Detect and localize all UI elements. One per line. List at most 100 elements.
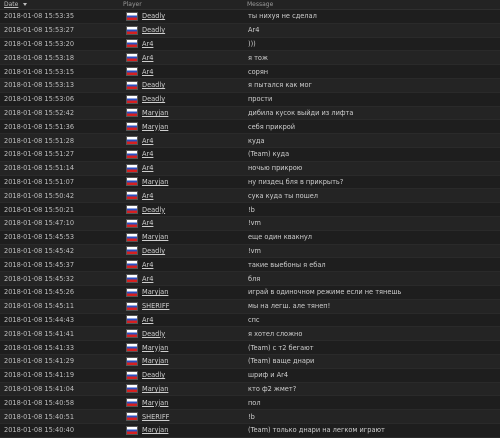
table-row: 2018-01-08 15:47:10 Ar4 !vm <box>0 216 500 231</box>
date-header-label[interactable]: Date <box>4 1 18 8</box>
table-row: 2018-01-08 15:53:13 Deadly я пытался как… <box>0 78 500 93</box>
player-link[interactable]: Ar4 <box>142 150 153 158</box>
russia-flag-icon <box>126 384 138 394</box>
table-row: 2018-01-08 15:51:07 Maryjan ну пиздец бл… <box>0 175 500 190</box>
player-link[interactable]: Deadly <box>142 371 165 379</box>
player-link[interactable]: Ar4 <box>142 164 153 172</box>
player-link[interactable]: Ar4 <box>142 54 153 62</box>
russia-flag-icon <box>126 108 138 118</box>
table-row: 2018-01-08 15:50:21 Deadly !b <box>0 203 500 217</box>
row-message: шриф и Ar4 <box>248 371 289 380</box>
row-player: SHERIFF <box>121 412 245 421</box>
row-message: кто ф2 жмет? <box>248 384 297 393</box>
player-column-header: Player <box>123 1 142 8</box>
row-player: Deadly <box>121 329 245 339</box>
player-link[interactable]: Maryjan <box>142 385 168 393</box>
player-link[interactable]: Deadly <box>142 12 165 20</box>
row-message: такие выебоны я ебал <box>248 260 326 269</box>
player-link[interactable]: Ar4 <box>142 137 153 145</box>
row-date: 2018-01-08 15:51:36 <box>4 122 75 131</box>
player-link[interactable]: Deadly <box>142 247 165 255</box>
row-message: дибила кусок выйди из лифта <box>248 108 354 117</box>
russia-flag-icon <box>126 343 138 353</box>
chat-log-table: Date Player Message 2018-01-08 15:53:35 … <box>0 0 500 438</box>
row-player: Ar4 <box>121 67 245 77</box>
row-message: я пытался как мог <box>248 81 312 90</box>
player-link[interactable]: Ar4 <box>142 275 153 283</box>
row-player: Deadly <box>121 94 245 104</box>
player-link[interactable]: Deadly <box>142 26 165 34</box>
row-date: 2018-01-08 15:41:33 <box>4 343 75 352</box>
row-player: Maryjan <box>121 356 245 366</box>
russia-flag-icon <box>126 205 138 215</box>
table-row: 2018-01-08 15:45:11 SHERIFF мы на легш. … <box>0 299 500 314</box>
row-date: 2018-01-08 15:51:28 <box>4 136 75 145</box>
player-link[interactable]: Maryjan <box>142 178 168 186</box>
table-row: 2018-01-08 15:45:53 Maryjan еще один ква… <box>0 230 500 245</box>
player-link[interactable]: Maryjan <box>142 123 168 131</box>
table-row: 2018-01-08 15:51:27 Ar4 (Team) куда <box>0 147 500 162</box>
row-message: играй в одиночном режиме если не тянешь <box>248 288 402 297</box>
row-date: 2018-01-08 15:45:37 <box>4 260 75 269</box>
row-date: 2018-01-08 15:53:13 <box>4 81 75 90</box>
russia-flag-icon <box>126 122 138 132</box>
russia-flag-icon <box>126 301 138 311</box>
player-link[interactable]: Ar4 <box>142 40 153 48</box>
player-link[interactable]: Ar4 <box>142 68 153 76</box>
player-link[interactable]: Deadly <box>142 81 165 89</box>
row-message: !b <box>248 205 255 214</box>
player-link[interactable]: Ar4 <box>142 192 153 200</box>
player-link[interactable]: Ar4 <box>142 261 153 269</box>
player-link[interactable]: Maryjan <box>142 288 168 296</box>
player-link[interactable]: Deadly <box>142 95 165 103</box>
row-message: себя прикрой <box>248 122 296 131</box>
player-link[interactable]: Maryjan <box>142 426 168 434</box>
row-message: я тож <box>248 53 268 62</box>
player-link[interactable]: Deadly <box>142 206 165 214</box>
row-date: 2018-01-08 15:53:27 <box>4 26 75 35</box>
table-row: 2018-01-08 15:53:06 Deadly прости <box>0 92 500 107</box>
player-link[interactable]: Maryjan <box>142 109 168 117</box>
row-message: (Team) только днари на легком играют <box>248 426 385 435</box>
table-row: 2018-01-08 15:51:36 Maryjan себя прикрой <box>0 120 500 135</box>
row-message: прости <box>248 95 273 104</box>
table-header: Date Player Message <box>0 0 500 10</box>
row-message: !b <box>248 412 255 421</box>
player-link[interactable]: Maryjan <box>142 344 168 352</box>
table-row: 2018-01-08 15:50:42 Ar4 сука куда ты пош… <box>0 189 500 204</box>
player-link[interactable]: Deadly <box>142 330 165 338</box>
table-row: 2018-01-08 15:53:35 Deadly ты нихуя не с… <box>0 10 500 24</box>
table-row: 2018-01-08 15:53:27 Deadly Ar4 <box>0 23 500 38</box>
row-date: 2018-01-08 15:45:32 <box>4 274 75 283</box>
row-date: 2018-01-08 15:53:06 <box>4 95 75 104</box>
russia-flag-icon <box>126 11 138 21</box>
russia-flag-icon <box>126 94 138 104</box>
russia-flag-icon <box>126 274 138 284</box>
table-row: 2018-01-08 15:53:20 Ar4 ))) <box>0 37 500 52</box>
row-message: сука куда ты пошел <box>248 191 319 200</box>
row-player: Maryjan <box>121 343 245 353</box>
row-message: !vm <box>248 246 261 255</box>
player-link[interactable]: Ar4 <box>142 316 153 324</box>
player-link[interactable]: Maryjan <box>142 233 168 241</box>
player-link[interactable]: SHERIFF <box>142 413 169 421</box>
row-date: 2018-01-08 15:52:42 <box>4 108 75 117</box>
player-link[interactable]: Maryjan <box>142 399 168 407</box>
row-player: Deadly <box>121 11 245 21</box>
row-player: Maryjan <box>121 232 245 242</box>
player-link[interactable]: SHERIFF <box>142 302 169 310</box>
row-date: 2018-01-08 15:45:11 <box>4 302 75 311</box>
russia-flag-icon <box>126 287 138 297</box>
player-link[interactable]: Ar4 <box>142 219 153 227</box>
table-row: 2018-01-08 15:41:41 Deadly я хотел сложн… <box>0 327 500 342</box>
row-date: 2018-01-08 15:40:58 <box>4 398 75 407</box>
date-column-header[interactable]: Date <box>0 1 121 8</box>
table-row: 2018-01-08 15:45:26 Maryjan играй в один… <box>0 285 500 300</box>
player-link[interactable]: Maryjan <box>142 357 168 365</box>
row-player: Maryjan <box>121 384 245 394</box>
row-message: Ar4 <box>248 26 260 35</box>
row-message: !vm <box>248 219 261 228</box>
row-date: 2018-01-08 15:40:40 <box>4 426 75 435</box>
table-row: 2018-01-08 15:51:14 Ar4 ночью прикрою <box>0 161 500 176</box>
russia-flag-icon <box>126 260 138 270</box>
